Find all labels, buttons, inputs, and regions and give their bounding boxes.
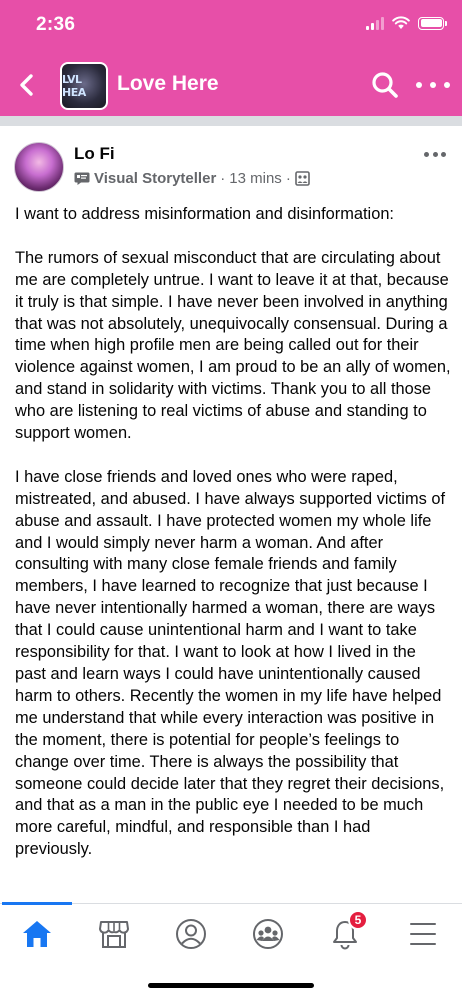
post-meta: Visual Storyteller · 13 mins ·: [74, 170, 310, 187]
meta-separator: ·: [220, 170, 226, 187]
tab-groups[interactable]: [245, 914, 291, 954]
status-time: 2:36: [36, 14, 76, 35]
more-dot: [441, 152, 446, 157]
notification-count-badge: 5: [348, 910, 368, 930]
more-dot: [424, 152, 429, 157]
group-header: 2:36 LVL HEA Love Here: [0, 0, 462, 116]
profile-icon: [176, 919, 206, 949]
home-icon: [23, 921, 51, 947]
battery-icon: [418, 16, 447, 30]
post-timestamp[interactable]: 13 mins: [229, 170, 282, 187]
tab-notifications[interactable]: 5: [322, 910, 368, 954]
back-button[interactable]: [12, 70, 42, 100]
marketplace-icon: [99, 921, 129, 948]
chevron-left-icon: [20, 74, 33, 96]
post-paragraph: I have close friends and loved ones who …: [15, 467, 446, 859]
menu-icon: [410, 923, 436, 945]
author-badge-label[interactable]: Visual Storyteller: [94, 170, 216, 187]
more-dot: [416, 82, 422, 88]
feed-divider: [0, 116, 462, 126]
group-avatar-logo: LVL HEA: [62, 73, 86, 99]
status-icons: [366, 16, 447, 30]
more-options-button[interactable]: [416, 74, 450, 96]
nav-row: LVL HEA Love Here: [0, 58, 462, 114]
author-name[interactable]: Lo Fi: [74, 144, 115, 164]
more-dot: [430, 82, 436, 88]
search-button[interactable]: [370, 70, 400, 100]
post-card: Lo Fi Visual Storyteller · 13 mins · I w…: [0, 126, 462, 903]
search-icon: [372, 72, 398, 98]
home-indicator-bar: [148, 983, 314, 988]
author-avatar[interactable]: [14, 142, 64, 192]
tab-home[interactable]: [14, 914, 60, 954]
meta-separator: ·: [285, 170, 291, 187]
wifi-icon: [392, 16, 410, 29]
post-options-button[interactable]: [424, 152, 446, 158]
group-avatar[interactable]: LVL HEA: [60, 62, 108, 110]
active-tab-indicator: [2, 902, 72, 905]
groups-icon: [253, 919, 283, 949]
tab-menu[interactable]: [400, 914, 446, 954]
visual-storyteller-badge-icon: [74, 172, 90, 185]
tab-profile[interactable]: [168, 914, 214, 954]
tab-marketplace[interactable]: [91, 914, 137, 954]
cellular-signal-icon: [366, 16, 384, 30]
post-paragraph: The rumors of sexual misconduct that are…: [15, 248, 451, 443]
post-body: I want to address misinformation and dis…: [15, 204, 451, 883]
group-audience-icon: [295, 171, 310, 186]
more-dot: [444, 82, 450, 88]
group-title[interactable]: Love Here: [117, 72, 219, 96]
more-dot: [432, 152, 438, 157]
post-paragraph: I want to address misinformation and dis…: [15, 205, 394, 223]
